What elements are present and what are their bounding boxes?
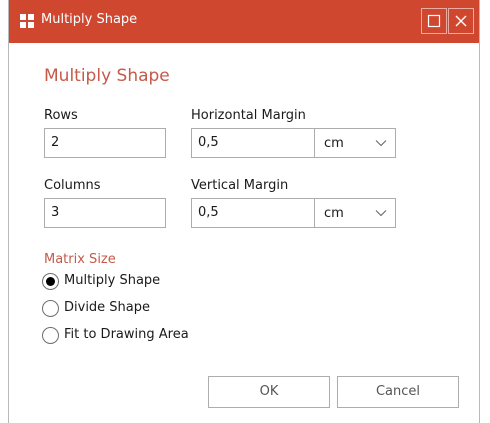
window-title: Multiply Shape: [41, 12, 138, 27]
radio-button[interactable]: [42, 327, 59, 344]
maximize-icon: [427, 14, 441, 28]
horizontal-margin-label: Horizontal Margin: [191, 108, 306, 123]
vertical-margin-input[interactable]: 0,5: [191, 198, 315, 228]
radio-button-selected[interactable]: [42, 273, 59, 290]
radio-button[interactable]: [42, 300, 59, 317]
dialog-heading: Multiply Shape: [44, 66, 170, 86]
columns-input[interactable]: 3: [44, 198, 166, 228]
maximize-button[interactable]: [421, 8, 447, 34]
matrix-size-label: Matrix Size: [44, 252, 116, 267]
shape-app-icon: [20, 14, 34, 28]
vertical-margin-label: Vertical Margin: [191, 178, 289, 193]
chevron-down-icon: [375, 140, 387, 147]
close-button[interactable]: [448, 8, 474, 34]
radio-dot: [46, 277, 55, 286]
rows-label: Rows: [44, 108, 78, 123]
horizontal-margin-unit-select[interactable]: cm: [314, 128, 396, 158]
columns-label: Columns: [44, 178, 101, 193]
rows-input[interactable]: 2: [44, 128, 166, 158]
radio-label-fit-to-drawing-area: Fit to Drawing Area: [64, 327, 189, 342]
cancel-button[interactable]: Cancel: [337, 376, 459, 408]
chevron-down-icon: [375, 210, 387, 217]
ok-button[interactable]: OK: [208, 376, 330, 408]
radio-label-divide-shape: Divide Shape: [64, 300, 151, 315]
close-icon: [455, 15, 467, 27]
vertical-margin-unit-select[interactable]: cm: [314, 198, 396, 228]
horizontal-margin-input[interactable]: 0,5: [191, 128, 315, 158]
multiply-shape-dialog: Multiply Shape Multiply Shape Rows 2 Hor…: [8, 0, 480, 423]
title-bar[interactable]: Multiply Shape: [9, 0, 479, 43]
vertical-margin-unit-value: cm: [324, 206, 344, 221]
radio-label-multiply-shape: Multiply Shape: [64, 273, 161, 288]
horizontal-margin-unit-value: cm: [324, 136, 344, 151]
